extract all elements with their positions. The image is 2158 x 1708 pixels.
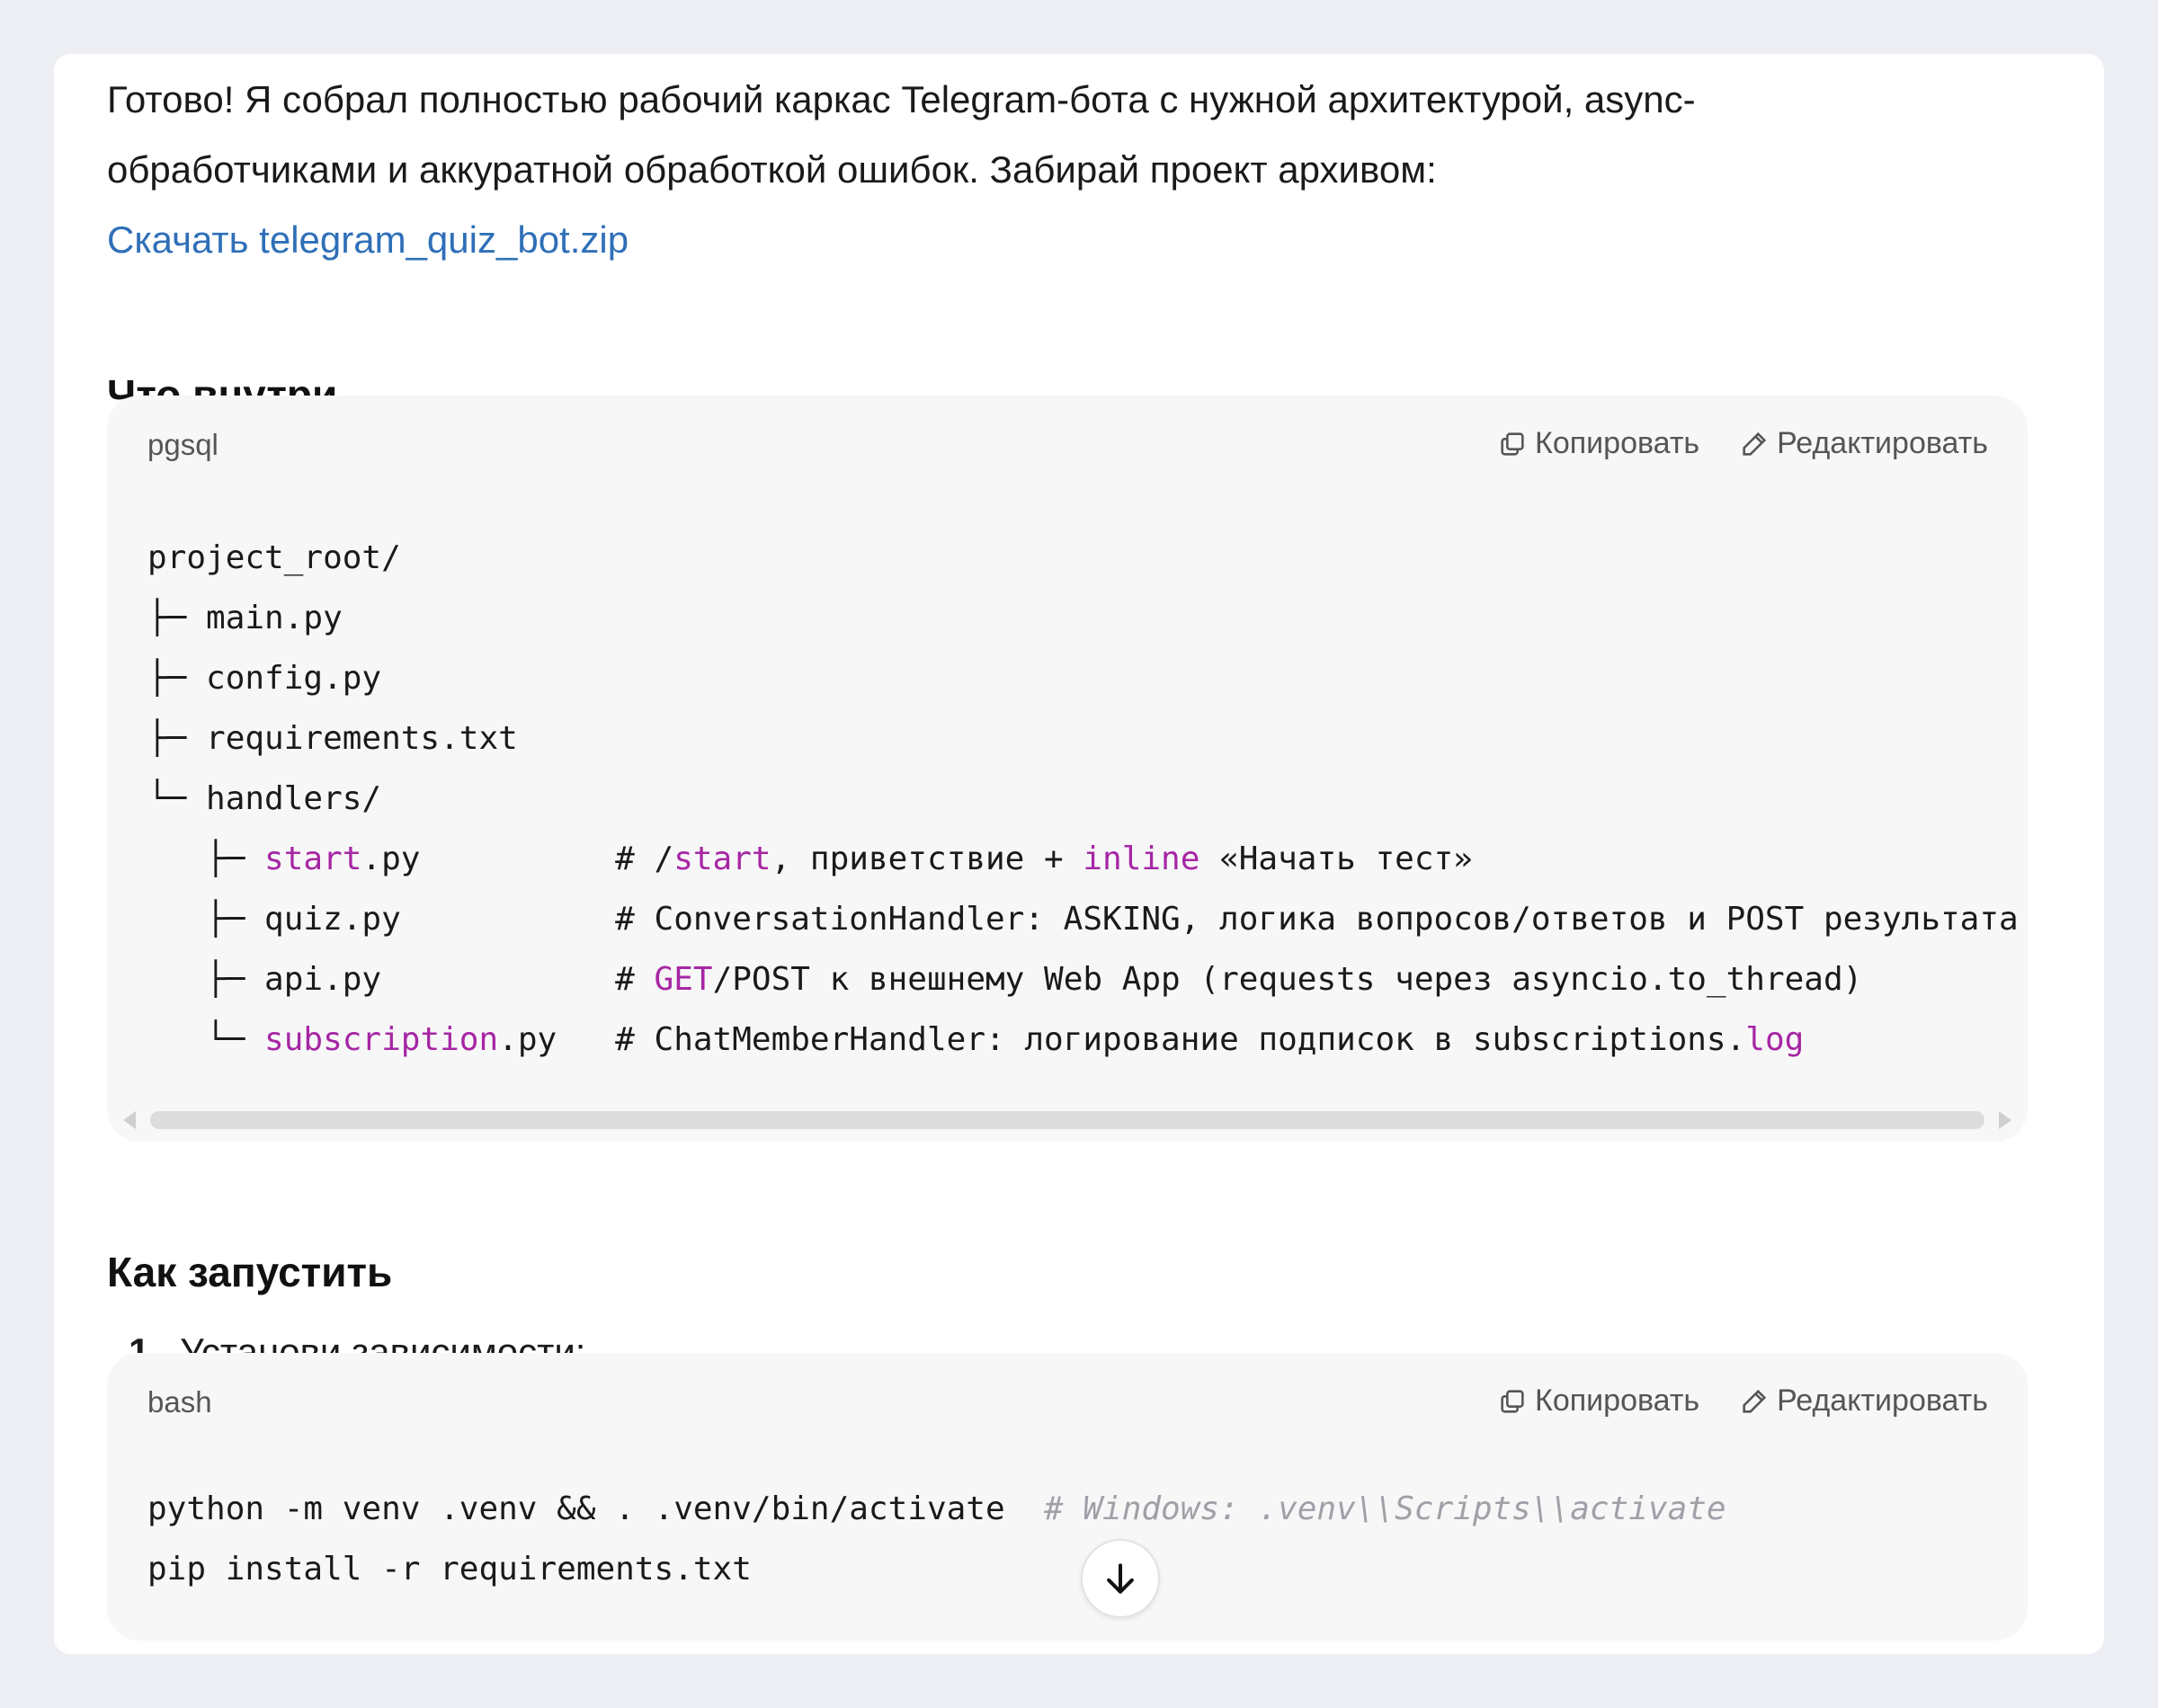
copy-button[interactable]: Копировать (1497, 426, 1699, 461)
code-token: ├─ (147, 841, 265, 877)
code-block-header: pgsql Копировать Редактировать (107, 396, 2028, 476)
code-line: ├─ start.py # /start, приветствие + inli… (147, 841, 1473, 877)
copy-label: Копировать (1535, 426, 1700, 460)
code-block-bash: bash Копировать Редактировать python -m … (107, 1353, 2028, 1641)
edit-label: Редактировать (1777, 1383, 1988, 1418)
code-token: , приветствие + (771, 841, 1083, 877)
code-keyword: GET (654, 961, 713, 998)
scroll-down-button[interactable] (1081, 1539, 1160, 1618)
pencil-icon (1743, 1389, 1767, 1413)
code-block-actions: Копировать Редактировать (1497, 1383, 1988, 1419)
code-line: └─ subscription.py # ChatMemberHandler: … (147, 1021, 1804, 1058)
code-keyword: subscription (264, 1021, 499, 1058)
code-line: ├─ quiz.py # ConversationHandler: ASKING… (147, 901, 2019, 938)
copy-label: Копировать (1535, 1383, 1700, 1418)
scroll-right-arrow-icon[interactable] (1999, 1111, 2011, 1129)
scroll-left-arrow-icon[interactable] (123, 1111, 136, 1129)
code-keyword: start (264, 841, 362, 877)
chat-message-card: Готово! Я собрал полностью рабочий карка… (54, 54, 2104, 1654)
code-line: └─ handlers/ (147, 780, 382, 817)
code-token: «Начать тест» (1199, 841, 1473, 877)
intro-line-1: Готово! Я собрал полностью рабочий карка… (107, 78, 1696, 120)
code-token: /POST к внешнему Web App (requests через… (712, 961, 1863, 998)
pencil-icon (1743, 431, 1767, 456)
code-keyword: inline (1083, 841, 1200, 877)
code-token: ├─ api.py # (147, 961, 655, 998)
code-line: ├─ main.py (147, 600, 343, 636)
code-language-label: bash (147, 1385, 212, 1419)
code-line: ├─ requirements.txt (147, 720, 518, 757)
code-content: project_root/ ├─ main.py ├─ config.py ├─… (147, 528, 2019, 1070)
code-line: python -m venv .venv && . .venv/bin/acti… (147, 1490, 1726, 1527)
code-line: project_root/ (147, 539, 401, 576)
intro-text: Готово! Я собрал полностью рабочий карка… (107, 65, 1995, 205)
copy-icon (1501, 1389, 1524, 1413)
intro-line-2: обработчиками и аккуратной обработкой ош… (107, 148, 1437, 191)
code-line: pip install -r requirements.txt (147, 1551, 752, 1588)
code-keyword: log (1745, 1021, 1805, 1058)
code-token: .py # / (361, 841, 674, 877)
edit-label: Редактировать (1777, 426, 1988, 460)
code-block-project-tree: pgsql Копировать Редактировать project_r… (107, 396, 2028, 1142)
code-line: ├─ config.py (147, 660, 382, 697)
arrow-down-icon (1107, 1563, 1134, 1594)
code-block-header: bash Копировать Редактировать (107, 1353, 2028, 1434)
code-language-label: pgsql (147, 428, 218, 461)
code-comment: # Windows: .venv\\Scripts\\activate (1044, 1490, 1726, 1527)
download-zip-link[interactable]: Скачать telegram_quiz_bot.zip (107, 205, 629, 275)
section-title-run: Как запустить (107, 1249, 393, 1295)
edit-button[interactable]: Редактировать (1739, 1383, 1988, 1419)
code-block-actions: Копировать Редактировать (1497, 426, 1988, 461)
code-token: └─ (147, 1021, 265, 1058)
code-token: .py # ChatMemberHandler: логирование под… (498, 1021, 1746, 1058)
scrollbar-thumb[interactable] (150, 1111, 1984, 1129)
edit-button[interactable]: Редактировать (1739, 426, 1988, 461)
code-line: ├─ api.py # GET/POST к внешнему Web App … (147, 961, 1862, 998)
code-keyword: start (673, 841, 771, 877)
copy-icon (1501, 431, 1524, 456)
copy-button[interactable]: Копировать (1497, 1383, 1699, 1419)
code-content: python -m venv .venv && . .venv/bin/acti… (147, 1479, 1726, 1599)
code-token: python -m venv .venv && . .venv/bin/acti… (147, 1490, 1044, 1527)
horizontal-scrollbar[interactable] (118, 1106, 2017, 1134)
